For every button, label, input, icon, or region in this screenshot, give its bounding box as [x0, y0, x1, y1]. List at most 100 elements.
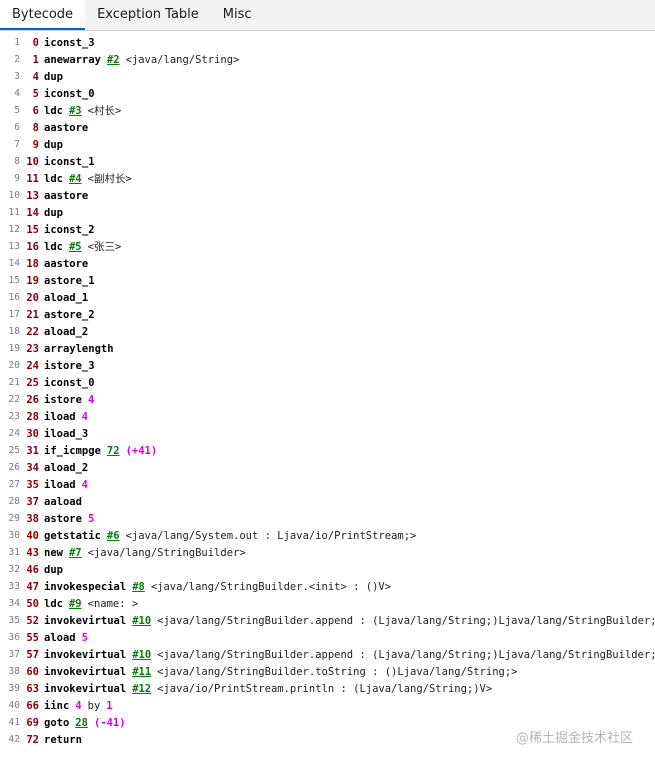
bytecode-offset: 37	[26, 495, 39, 508]
opcode: astore	[44, 512, 82, 525]
bytecode-offset: 13	[26, 189, 39, 202]
opcode: aload_1	[44, 291, 89, 304]
line-number: 29	[8, 513, 20, 524]
opcode: dup	[44, 206, 63, 219]
constant-pool-ref-link[interactable]: #11	[132, 666, 151, 678]
constant-pool-ref-link[interactable]: #3	[69, 105, 82, 117]
bytecode-row: 6 8 aastore	[0, 119, 655, 136]
line-number: 18	[8, 326, 20, 337]
operand: 4	[75, 699, 82, 712]
opcode: iload	[44, 478, 76, 491]
bytecode-offset: 20	[26, 291, 39, 304]
bytecode-offset: 11	[26, 172, 39, 185]
line-number: 36	[8, 632, 20, 643]
line-number: 27	[8, 479, 20, 490]
bytecode-offset: 55	[26, 631, 39, 644]
instruction: getstatic #6 <java/lang/System.out : Ljava…	[44, 530, 416, 542]
constant-pool-ref-link[interactable]: #10	[132, 649, 151, 661]
constant-pool-ref-link[interactable]: #10	[132, 615, 151, 627]
bytecode-offset: 40	[26, 529, 39, 542]
instruction: invokespecial #8 <java/lang/StringBuilder.…	[44, 581, 391, 593]
operand-description: <java/lang/StringBuilder.append : (Ljava…	[157, 614, 655, 627]
opcode: iconst_0	[44, 376, 95, 389]
opcode: dup	[44, 70, 63, 83]
bytecode-offset: 25	[26, 376, 39, 389]
bytecode-row: 12 15 iconst_2	[0, 221, 655, 238]
instruction: istore_3	[44, 360, 95, 372]
opcode: aastore	[44, 121, 89, 134]
opcode: iconst_3	[44, 36, 95, 49]
operand-description: <java/lang/StringBuilder.toString : ()Lj…	[157, 665, 518, 678]
operand-description: <java/lang/StringBuilder>	[87, 546, 246, 559]
line-number: 5	[14, 105, 20, 116]
constant-pool-ref-link[interactable]: #5	[69, 241, 82, 253]
opcode: ldc	[44, 597, 63, 610]
bytecode-offset: 72	[26, 733, 39, 746]
instruction: return	[44, 734, 82, 746]
bytecode-offset: 63	[26, 682, 39, 695]
bytecode-row: 14 18 aastore	[0, 255, 655, 272]
line-number: 25	[8, 445, 20, 456]
bytecode-offset: 24	[26, 359, 39, 372]
line-number: 1	[14, 37, 20, 48]
bytecode-offset: 60	[26, 665, 39, 678]
instruction: iload 4	[44, 411, 88, 423]
line-number: 30	[8, 530, 20, 541]
bytecode-offset: 1	[32, 53, 39, 66]
constant-pool-ref-link[interactable]: #8	[132, 581, 145, 593]
opcode: getstatic	[44, 529, 101, 542]
constant-pool-ref-link[interactable]: #6	[107, 530, 120, 542]
instruction: iconst_1	[44, 156, 95, 168]
constant-pool-ref-link[interactable]: #12	[132, 683, 151, 695]
operand: 1	[106, 699, 113, 712]
opcode: iinc	[44, 699, 70, 712]
bytecode-row: 39 63 invokevirtual #12 <java/io/PrintStream…	[0, 680, 655, 697]
instruction: iinc 4 by 1	[44, 700, 113, 712]
operand-description: by	[87, 699, 101, 712]
constant-pool-ref-link[interactable]: 28	[75, 717, 88, 729]
line-number: 17	[8, 309, 20, 320]
bytecode-offset: 15	[26, 223, 39, 236]
line-number: 7	[14, 139, 20, 150]
opcode: ldc	[44, 104, 63, 117]
bytecode-row: 9 11 ldc #4 <副村长>	[0, 170, 655, 187]
opcode: istore_3	[44, 359, 95, 372]
bytecode-row: 5 6 ldc #3 <村长>	[0, 102, 655, 119]
line-number: 6	[14, 122, 20, 133]
bytecode-row: 24 30 iload_3	[0, 425, 655, 442]
bytecode-row: 20 24 istore_3	[0, 357, 655, 374]
constant-pool-ref-link[interactable]: #9	[69, 598, 82, 610]
bytecode-offset: 43	[26, 546, 39, 559]
constant-pool-ref-link[interactable]: 72	[107, 445, 120, 457]
bytecode-offset: 28	[26, 410, 39, 423]
opcode: if_icmpge	[44, 444, 101, 457]
bytecode-row: 13 16 ldc #5 <张三>	[0, 238, 655, 255]
bytecode-row: 17 21 astore_2	[0, 306, 655, 323]
bytecode-row: 33 47 invokespecial #8 <java/lang/StringBuil…	[0, 578, 655, 595]
constant-pool-ref-link[interactable]: #7	[69, 547, 82, 559]
tab-misc[interactable]: Misc	[211, 0, 264, 30]
bytecode-offset: 5	[32, 87, 39, 100]
bytecode-offset: 22	[26, 325, 39, 338]
opcode: iconst_1	[44, 155, 95, 168]
watermark: @稀土掘金技术社区	[515, 731, 633, 746]
constant-pool-ref-link[interactable]: #4	[69, 173, 82, 185]
opcode: iconst_0	[44, 87, 95, 100]
bytecode-offset: 66	[26, 699, 39, 712]
bytecode-offset: 38	[26, 512, 39, 525]
tab-exception-table[interactable]: Exception Table	[85, 0, 211, 30]
instruction: dup	[44, 564, 63, 576]
constant-pool-ref-link[interactable]: #2	[107, 54, 120, 66]
bytecode-row: 38 60 invokevirtual #11 <java/lang/StringBui…	[0, 663, 655, 680]
opcode: iconst_2	[44, 223, 95, 236]
line-number: 19	[8, 343, 20, 354]
line-number: 14	[8, 258, 20, 269]
opcode: iload_3	[44, 427, 89, 440]
tab-bytecode[interactable]: Bytecode	[0, 0, 86, 30]
bytecode-offset: 57	[26, 648, 39, 661]
opcode: ldc	[44, 240, 63, 253]
line-number: 28	[8, 496, 20, 507]
bytecode-offset: 31	[26, 444, 39, 457]
line-number: 4	[14, 88, 20, 99]
instruction: iconst_2	[44, 224, 95, 236]
